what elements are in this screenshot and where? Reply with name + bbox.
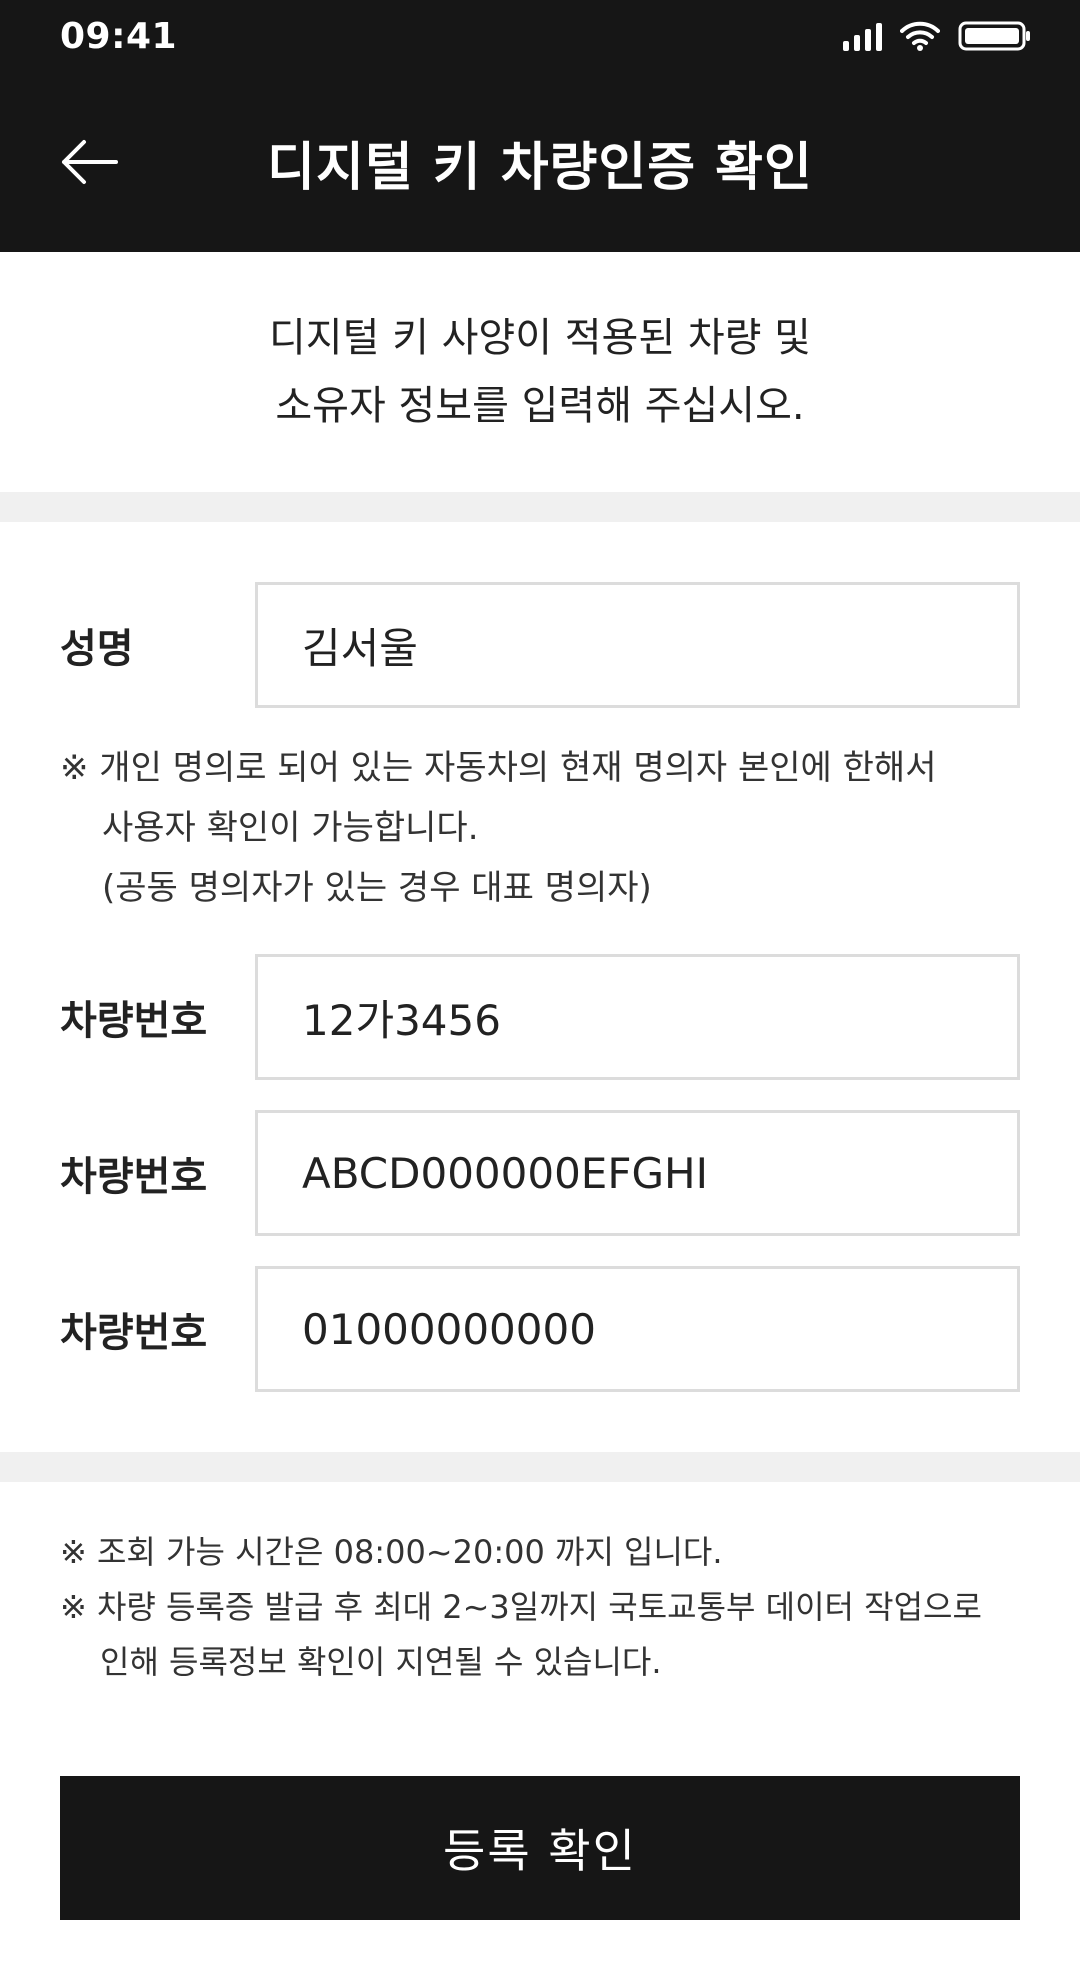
owner-note-line: (공동 명의자가 있는 경우 대표 명의자) [102, 868, 652, 908]
phone-row: 차량번호 01000000000 [0, 1266, 1080, 1392]
info-note-line: ※ 조회 가능 시간은 08:00~20:00 까지 입니다. [60, 1533, 723, 1571]
info-note-line: ※ 차량 등록증 발급 후 최대 2~3일까지 국토교통부 데이터 작업으로 [60, 1588, 982, 1626]
info-notes: ※ 조회 가능 시간은 08:00~20:00 까지 입니다. ※ 차량 등록증… [60, 1525, 1040, 1690]
section-divider [0, 1452, 1080, 1482]
plate-row: 차량번호 12가3456 [0, 954, 1080, 1080]
status-time: 09:41 [60, 15, 178, 57]
owner-note-line: 사용자 확인이 가능합니다. [102, 808, 479, 848]
vin-row: 차량번호 ABCD000000EFGHI [0, 1110, 1080, 1236]
wifi-icon [900, 20, 940, 52]
app-bar: 디지털 키 차량인증 확인 [0, 72, 1080, 252]
name-row: 성명 김서울 [0, 582, 1080, 708]
intro-text: 디지털 키 사양이 적용된 차량 및 소유자 정보를 입력해 주십시오. [0, 252, 1080, 492]
vin-field[interactable]: ABCD000000EFGHI [255, 1110, 1020, 1236]
back-arrow-icon [62, 140, 118, 184]
signal-icon [843, 21, 882, 51]
owner-note: ※ 개인 명의로 되어 있는 자동차의 현재 명의자 본인에 한해서 사용자 확… [60, 738, 1020, 918]
phone-field[interactable]: 01000000000 [255, 1266, 1020, 1392]
page: 09:41 디지털 키 차량인증 확인 디지털 키 사양이 적용된 차량 및 소… [0, 0, 1080, 1980]
vin-label: 차량번호 [60, 1154, 208, 1200]
phone-label: 차량번호 [60, 1310, 208, 1356]
plate-field[interactable]: 12가3456 [255, 954, 1020, 1080]
status-icons [843, 20, 1032, 52]
plate-label: 차량번호 [60, 998, 208, 1044]
info-note-line: 인해 등록정보 확인이 지연될 수 있습니다. [100, 1643, 662, 1681]
intro-line: 소유자 정보를 입력해 주십시오. [275, 383, 805, 429]
owner-note-line: ※ 개인 명의로 되어 있는 자동차의 현재 명의자 본인에 한해서 [60, 748, 937, 788]
intro-line: 디지털 키 사양이 적용된 차량 및 [269, 315, 811, 361]
name-label: 성명 [60, 626, 134, 672]
back-button[interactable] [50, 122, 130, 202]
name-field[interactable]: 김서울 [255, 582, 1020, 708]
confirm-button[interactable]: 등록 확인 [60, 1776, 1020, 1920]
page-title: 디지털 키 차량인증 확인 [267, 137, 813, 198]
status-bar: 09:41 [0, 0, 1080, 72]
battery-icon [958, 20, 1032, 52]
section-divider [0, 492, 1080, 522]
